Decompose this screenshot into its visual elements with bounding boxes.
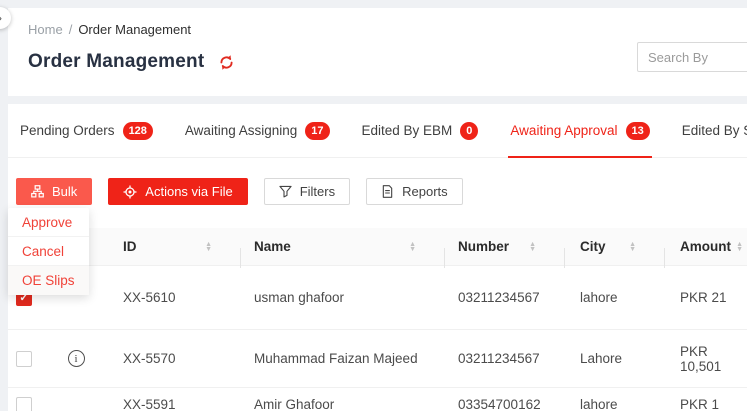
cell-id: XX-5591 <box>108 397 240 411</box>
sort-icon[interactable]: ▲▼ <box>629 242 636 252</box>
tab-edited-by-sm[interactable]: Edited By SM 0 <box>682 104 747 157</box>
sort-icon[interactable]: ▲▼ <box>736 242 743 252</box>
bulk-dropdown-menu: Approve Cancel OE Slips <box>8 208 89 295</box>
column-header-amount[interactable]: Amount ▲▼ <box>664 239 747 254</box>
sort-icon[interactable]: ▲▼ <box>409 242 416 252</box>
refresh-icon[interactable] <box>218 54 235 71</box>
breadcrumb: Home / Order Management <box>28 22 747 37</box>
column-header-number[interactable]: Number ▲▼ <box>444 239 564 254</box>
row-checkbox[interactable] <box>16 351 32 367</box>
cell-name: Amir Ghafoor <box>240 397 444 411</box>
filters-button[interactable]: Filters <box>264 178 350 205</box>
cell-number: 03211234567 <box>444 290 564 305</box>
sort-icon[interactable]: ▲▼ <box>205 242 212 252</box>
reports-button[interactable]: Reports <box>366 178 463 205</box>
bulk-menu-approve[interactable]: Approve <box>8 208 89 237</box>
actions-via-file-button[interactable]: Actions via File <box>108 178 247 205</box>
column-header-city[interactable]: City ▲▼ <box>564 239 664 254</box>
breadcrumb-current: Order Management <box>78 22 191 37</box>
tab-pending-orders[interactable]: Pending Orders 128 <box>20 104 153 157</box>
tab-awaiting-approval[interactable]: Awaiting Approval 13 <box>510 104 649 157</box>
table-row: ✓ XX-5610 usman ghafoor 03211234567 laho… <box>8 266 747 330</box>
tab-awaiting-assigning[interactable]: Awaiting Assigning 17 <box>185 104 330 157</box>
page-title: Order Management <box>28 51 204 73</box>
chevron-right-icon: › <box>0 11 2 25</box>
cell-amount: PKR 1 <box>664 397 747 411</box>
apartment-icon <box>31 185 44 198</box>
table-row: i XX-5570 Muhammad Faizan Majeed 0321123… <box>8 330 747 388</box>
row-checkbox[interactable] <box>16 397 32 411</box>
funnel-icon <box>279 185 292 198</box>
file-icon <box>381 185 394 198</box>
toolbar: Bulk Actions via File Filters <box>8 158 747 228</box>
column-header-id[interactable]: ID ▲▼ <box>108 239 240 254</box>
cell-city: lahore <box>564 397 664 411</box>
cell-name: usman ghafoor <box>240 290 444 305</box>
column-header-name[interactable]: Name ▲▼ <box>240 239 444 254</box>
bulk-button[interactable]: Bulk <box>16 178 92 205</box>
cell-city: Lahore <box>564 351 664 366</box>
tab-count-badge: 13 <box>626 122 650 140</box>
info-circle-icon[interactable]: i <box>68 350 85 367</box>
table-header-row: ID ▲▼ Name ▲▼ Number ▲▼ City ▲▼ Amount ▲… <box>8 228 747 266</box>
bulk-menu-cancel[interactable]: Cancel <box>8 237 89 266</box>
cell-id: XX-5570 <box>108 351 240 366</box>
breadcrumb-home[interactable]: Home <box>28 22 63 37</box>
cell-amount: PKR 21 <box>664 290 747 305</box>
cell-number: 03211234567 <box>444 351 564 366</box>
order-status-tabs: Pending Orders 128 Awaiting Assigning 17… <box>8 104 747 158</box>
tab-count-badge: 128 <box>123 122 153 140</box>
cell-city: lahore <box>564 290 664 305</box>
tab-edited-by-ebm[interactable]: Edited By EBM 0 <box>362 104 479 157</box>
aim-icon <box>123 185 137 199</box>
breadcrumb-separator: / <box>69 22 73 37</box>
tab-count-badge: 17 <box>305 122 329 140</box>
cell-amount: PKR 10,501 <box>664 344 747 374</box>
sort-icon[interactable]: ▲▼ <box>529 242 536 252</box>
bulk-menu-oe-slips[interactable]: OE Slips <box>8 266 89 295</box>
search-input[interactable] <box>637 42 747 72</box>
cell-name: Muhammad Faizan Majeed <box>240 351 444 366</box>
orders-panel: Pending Orders 128 Awaiting Assigning 17… <box>8 104 747 411</box>
cell-number: 03354700162 <box>444 397 564 411</box>
tab-count-badge: 0 <box>460 122 478 140</box>
table-row: XX-5591 Amir Ghafoor 03354700162 lahore … <box>8 388 747 411</box>
orders-table: ID ▲▼ Name ▲▼ Number ▲▼ City ▲▼ Amount ▲… <box>8 228 747 411</box>
cell-id: XX-5610 <box>108 290 240 305</box>
